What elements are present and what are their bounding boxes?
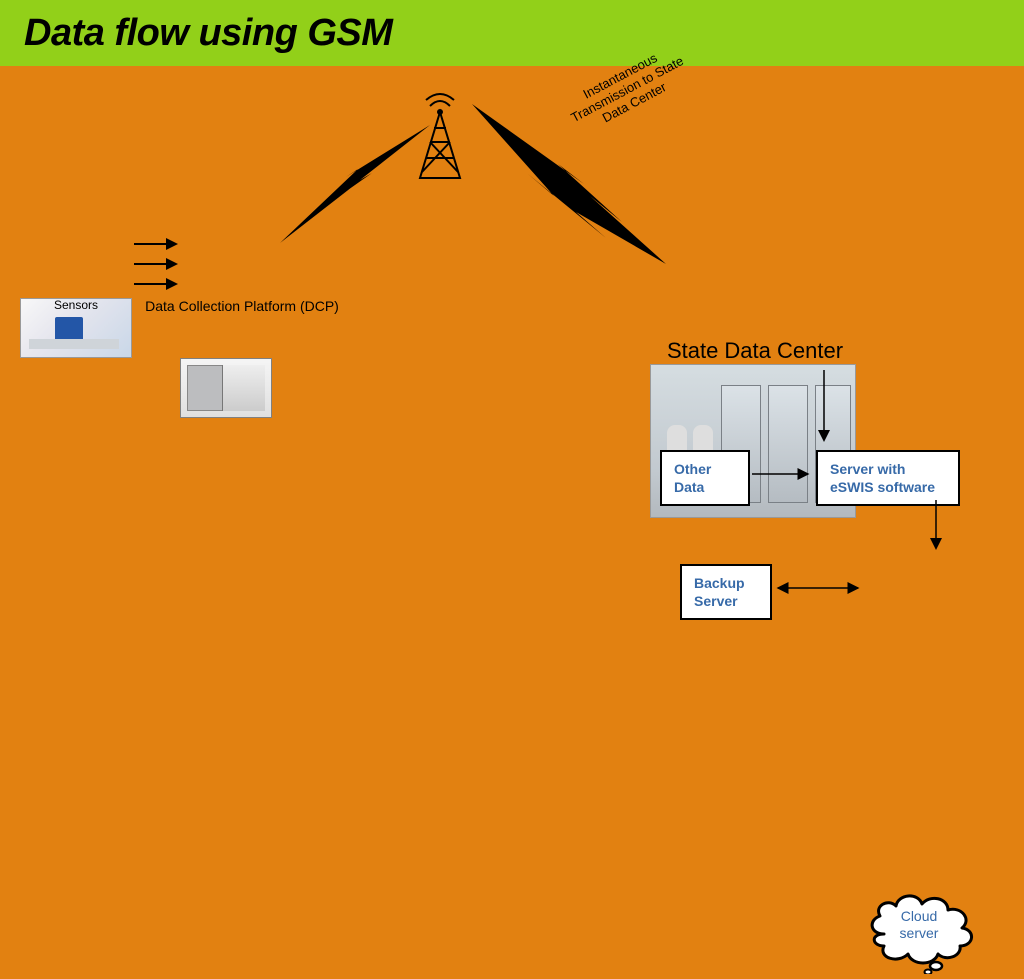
title-bar: Data flow using GSM — [0, 0, 1024, 66]
cloud-server-shape: Cloud server — [864, 888, 974, 962]
sensors-to-dcp-arrows-icon — [132, 236, 182, 292]
backup-cloud-double-arrow-icon — [772, 578, 866, 598]
server-to-cloud-arrow-icon — [926, 498, 946, 554]
datacenter-to-server-arrow-icon — [814, 368, 834, 446]
dcp-image — [180, 358, 272, 418]
state-data-center-label: State Data Center — [650, 338, 860, 364]
cloud-server-label: Cloud server — [864, 908, 974, 942]
dcp-label: Data Collection Platform (DCP) — [142, 298, 342, 314]
cell-tower-icon — [412, 86, 468, 182]
lightning-to-tower-icon — [280, 125, 430, 245]
slide-title: Data flow using GSM — [24, 12, 392, 55]
backup-server-box: Backup Server — [680, 564, 772, 620]
otherdata-to-server-arrow-icon — [750, 464, 816, 484]
sensors-label: Sensors — [20, 298, 132, 312]
other-data-box: Other Data — [660, 450, 750, 506]
